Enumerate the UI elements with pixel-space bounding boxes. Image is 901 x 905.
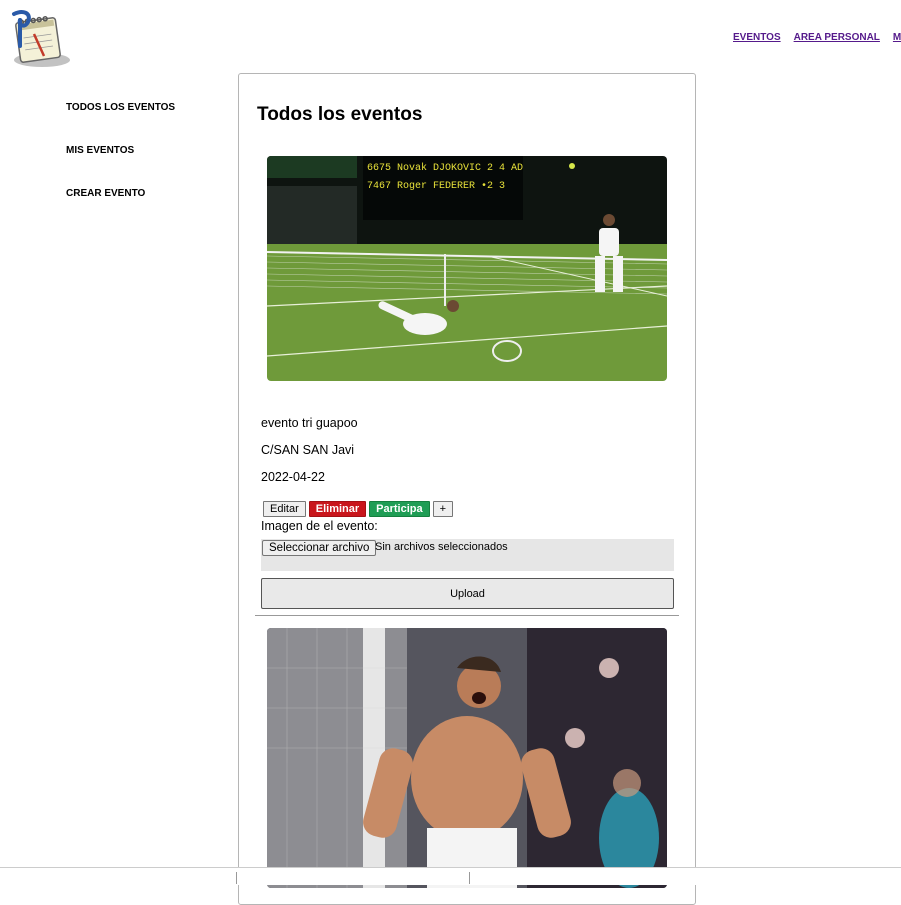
footer-bar [0,867,901,885]
nav-eventos[interactable]: EVENTOS [733,32,781,43]
event-date: 2022-04-22 [261,470,325,484]
upload-button[interactable]: Upload [261,578,674,609]
edit-button[interactable]: Editar [263,501,306,517]
nav-truncated-item[interactable]: M [893,32,901,43]
calendar-notepad-logo-icon [12,10,70,67]
event-actions: Editar Eliminar Participa + [263,501,454,517]
sidebar-item-mis-eventos[interactable]: MIS EVENTOS [66,145,175,188]
file-status: Sin archivos seleccionados [375,541,508,553]
file-input: Seleccionar archivo Sin archivos selecci… [261,539,674,571]
app-logo[interactable] [8,6,72,70]
event-image [267,628,667,888]
svg-text:7467 Roger FEDERER •2 3: 7467 Roger FEDERER •2 3 [367,181,505,192]
events-panel: Todos los eventos 6675 Novak DJOKOVIC 2 … [238,73,696,905]
sidebar-item-todos-los-eventos[interactable]: TODOS LOS EVENTOS [66,102,175,145]
event-divider [255,615,679,616]
svg-text:6675 Novak DJOKOVIC 2 4 AD: 6675 Novak DJOKOVIC 2 4 AD [367,162,523,174]
football-photo [267,628,667,888]
footer-divider [236,872,237,884]
sidebar: TODOS LOS EVENTOS MIS EVENTOS CREAR EVEN… [66,102,175,231]
delete-button[interactable]: Eliminar [308,501,367,517]
top-nav: EVENTOS AREA PERSONAL M [733,32,901,43]
sidebar-item-crear-evento[interactable]: CREAR EVENTO [66,188,175,231]
more-button[interactable]: + [432,501,454,517]
page-title: Todos los eventos [257,104,423,125]
choose-file-button[interactable]: Seleccionar archivo [262,540,377,556]
nav-area-personal[interactable]: AREA PERSONAL [794,32,880,43]
tennis-photo: 6675 Novak DJOKOVIC 2 4 AD 7467 Roger FE… [267,156,667,381]
join-button[interactable]: Participa [369,501,430,517]
footer-divider [469,872,470,884]
event-name: evento tri guapoo [261,416,358,430]
event-address: C/SAN SAN Javi [261,443,355,457]
image-upload-label: Imagen de el evento: [261,519,378,533]
event-image: 6675 Novak DJOKOVIC 2 4 AD 7467 Roger FE… [267,156,667,381]
